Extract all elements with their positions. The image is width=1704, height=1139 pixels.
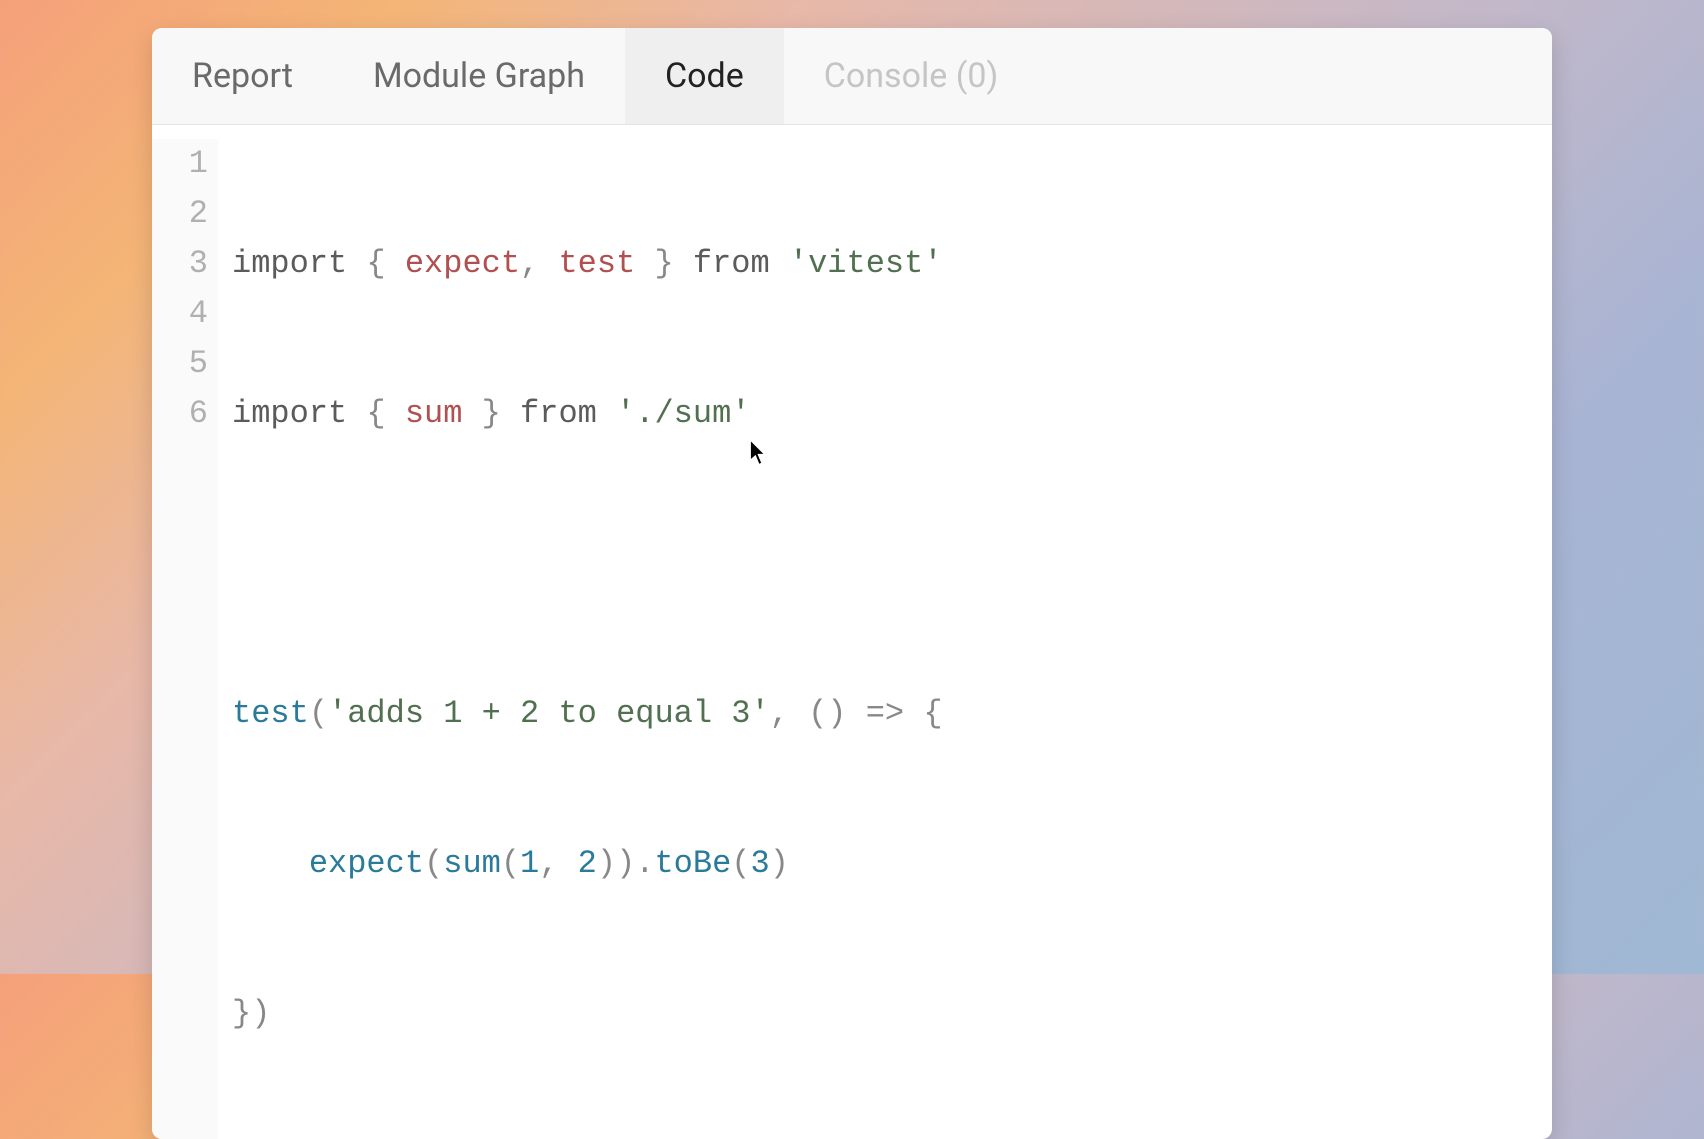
punct: .	[635, 845, 654, 882]
punct: (	[424, 845, 443, 882]
line-number: 6	[178, 389, 208, 439]
punct: (	[309, 695, 328, 732]
line-number: 1	[178, 139, 208, 189]
call-expect: expect	[309, 845, 424, 882]
call-test: test	[232, 695, 309, 732]
keyword-import: import	[232, 395, 347, 432]
code-line: test('adds 1 + 2 to equal 3', () => {	[232, 689, 943, 739]
punct: }	[232, 995, 251, 1032]
call-toBe: toBe	[654, 845, 731, 882]
line-number: 4	[178, 289, 208, 339]
code-content: import { expect, test } from 'vitest' im…	[218, 139, 943, 1139]
string-literal: 'vitest'	[789, 245, 943, 282]
string-literal: 'adds 1 + 2 to equal 3'	[328, 695, 770, 732]
punct: ,	[770, 695, 789, 732]
punct: (	[501, 845, 520, 882]
ident-expect: expect	[405, 245, 520, 282]
punct: {	[347, 395, 405, 432]
punct: (	[731, 845, 750, 882]
tab-bar: Report Module Graph Code Console (0)	[152, 28, 1552, 125]
line-number-gutter: 1 2 3 4 5 6	[152, 139, 218, 1139]
punct: ,	[520, 245, 558, 282]
punct: )	[597, 845, 616, 882]
keyword-from: from	[674, 245, 789, 282]
number-literal: 3	[750, 845, 769, 882]
code-line: import { expect, test } from 'vitest'	[232, 239, 943, 289]
code-line: })	[232, 989, 943, 1039]
keyword-from: from	[501, 395, 616, 432]
number-literal: 2	[578, 845, 597, 882]
punct: {	[347, 245, 405, 282]
tab-console[interactable]: Console (0)	[784, 28, 1039, 124]
string-literal: './sum'	[616, 395, 750, 432]
punct: }	[462, 395, 500, 432]
code-editor[interactable]: 1 2 3 4 5 6 import { expect, test } from…	[152, 125, 1552, 1139]
ident-test: test	[558, 245, 635, 282]
code-line: import { sum } from './sum'	[232, 389, 943, 439]
arrow-op: =>	[866, 695, 904, 732]
code-line: expect(sum(1, 2)).toBe(3)	[232, 839, 943, 889]
tab-report[interactable]: Report	[152, 28, 333, 124]
line-number: 3	[178, 239, 208, 289]
ident-sum: sum	[405, 395, 463, 432]
punct: )	[251, 995, 270, 1032]
tab-module-graph[interactable]: Module Graph	[333, 28, 625, 124]
punct: }	[635, 245, 673, 282]
punct: ,	[539, 845, 577, 882]
punct: )	[770, 845, 789, 882]
punct: )	[616, 845, 635, 882]
app-window: Report Module Graph Code Console (0) 1 2…	[152, 28, 1552, 1139]
punct: ()	[789, 695, 866, 732]
call-sum: sum	[443, 845, 501, 882]
line-number: 2	[178, 189, 208, 239]
tab-code[interactable]: Code	[625, 28, 784, 124]
number-literal: 1	[520, 845, 539, 882]
keyword-import: import	[232, 245, 347, 282]
line-number: 5	[178, 339, 208, 389]
code-line	[232, 539, 943, 589]
punct: {	[904, 695, 942, 732]
indent	[232, 845, 309, 882]
